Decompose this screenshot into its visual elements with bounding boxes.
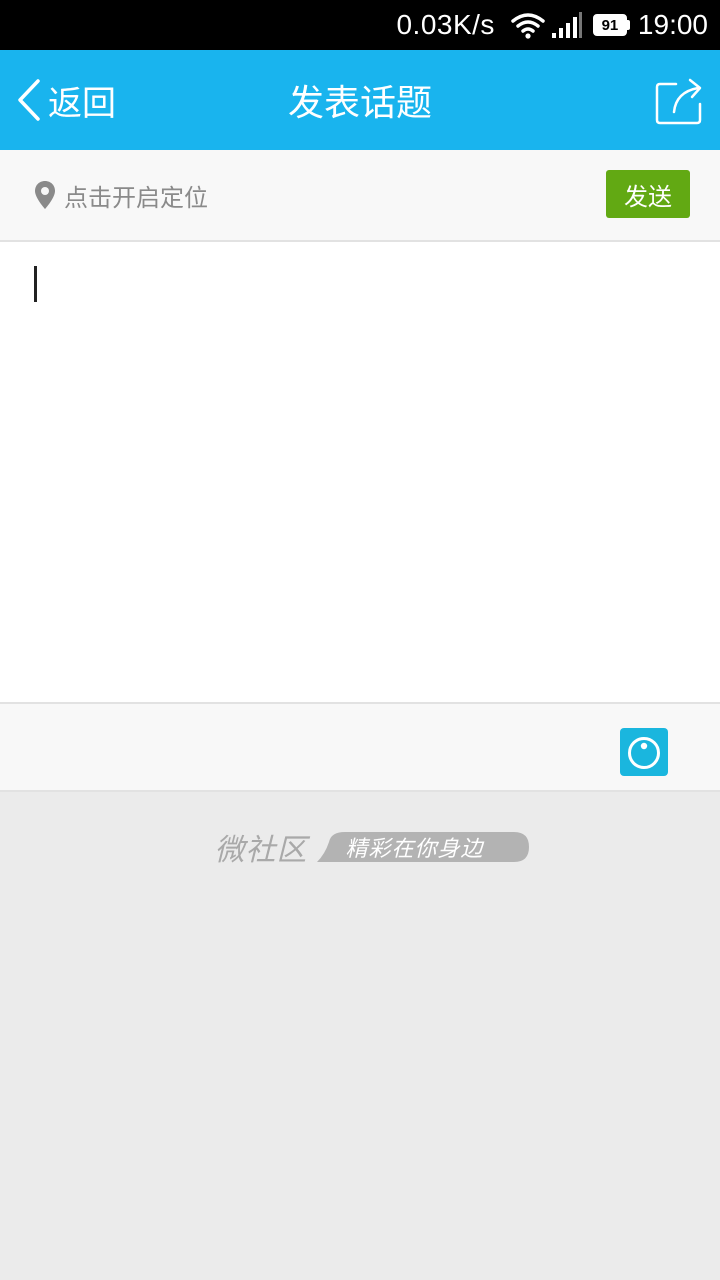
chevron-left-icon: [18, 79, 40, 121]
location-row: 点击开启定位 发送: [0, 150, 720, 242]
brand-slogan: 精彩在你身边: [345, 837, 484, 862]
clock: 19:00: [637, 9, 708, 40]
brand-slogan-badge: 精彩在你身边: [317, 832, 530, 862]
brand-name: 微社区: [214, 833, 308, 868]
camera-button[interactable]: [620, 728, 668, 776]
battery-icon: 91: [592, 14, 630, 36]
topic-editor: [0, 242, 720, 704]
camera-icon: [628, 737, 660, 769]
wifi-icon: [511, 13, 545, 39]
map-pin-icon: [35, 181, 55, 209]
attachment-toolbar: [0, 704, 720, 792]
battery-level: 91: [601, 16, 619, 34]
back-button[interactable]: 返回: [14, 50, 116, 150]
brand-footer: 微社区 精彩在你身边: [0, 822, 720, 872]
battery-tip: [626, 20, 630, 30]
share-icon: [655, 78, 702, 125]
header-bar: 返回 发表话题: [0, 50, 720, 150]
topic-content-input[interactable]: [0, 242, 720, 702]
network-speed: 0.03K/s: [396, 9, 495, 40]
signal-icon: [551, 12, 582, 38]
send-button[interactable]: 发送: [606, 170, 690, 218]
location-label: 点击开启定位: [64, 183, 208, 212]
back-label: 返回: [48, 83, 116, 124]
status-bar: 0.03K/s 91 19:00: [0, 0, 720, 50]
battery-body: 91: [592, 14, 627, 36]
enable-location-button[interactable]: 点击开启定位: [34, 150, 208, 240]
text-caret: [34, 266, 37, 302]
share-button[interactable]: [654, 74, 706, 126]
